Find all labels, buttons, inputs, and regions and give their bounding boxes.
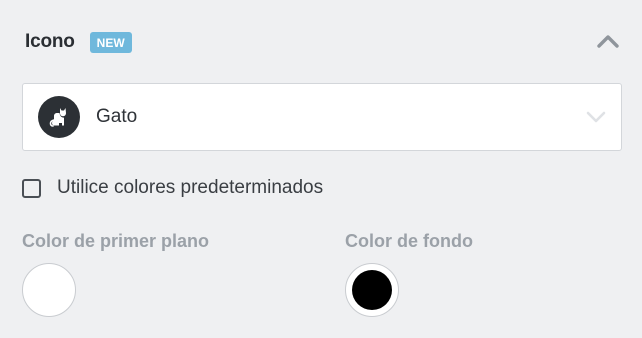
icon-select[interactable]: Gato — [22, 83, 622, 151]
new-badge: NEW — [89, 31, 132, 53]
default-colors-checkbox[interactable] — [22, 178, 41, 198]
background-color-fill — [352, 270, 392, 310]
background-color-swatch[interactable] — [345, 263, 399, 317]
chevron-down-icon — [585, 106, 607, 128]
icon-settings-panel: Icono NEW Gato Utilice colores predeterm… — [0, 0, 642, 338]
collapse-button[interactable] — [596, 31, 620, 51]
default-colors-option[interactable]: Utilice colores predeterminados — [22, 176, 323, 200]
icon-select-value: Gato — [96, 106, 138, 127]
foreground-color-fill — [29, 270, 69, 310]
chevron-up-icon — [597, 35, 619, 48]
foreground-color-swatch[interactable] — [22, 263, 76, 317]
cat-icon — [38, 96, 80, 138]
foreground-color-label: Color de primer plano — [22, 231, 210, 251]
foreground-color-group: Color de primer plano — [22, 230, 209, 317]
default-colors-label: Utilice colores predeterminados — [57, 177, 324, 198]
section-header: Icono NEW — [25, 29, 622, 55]
section-title: Icono — [25, 31, 75, 52]
background-color-group: Color de fondo — [345, 230, 473, 317]
background-color-label: Color de fondo — [345, 231, 473, 251]
